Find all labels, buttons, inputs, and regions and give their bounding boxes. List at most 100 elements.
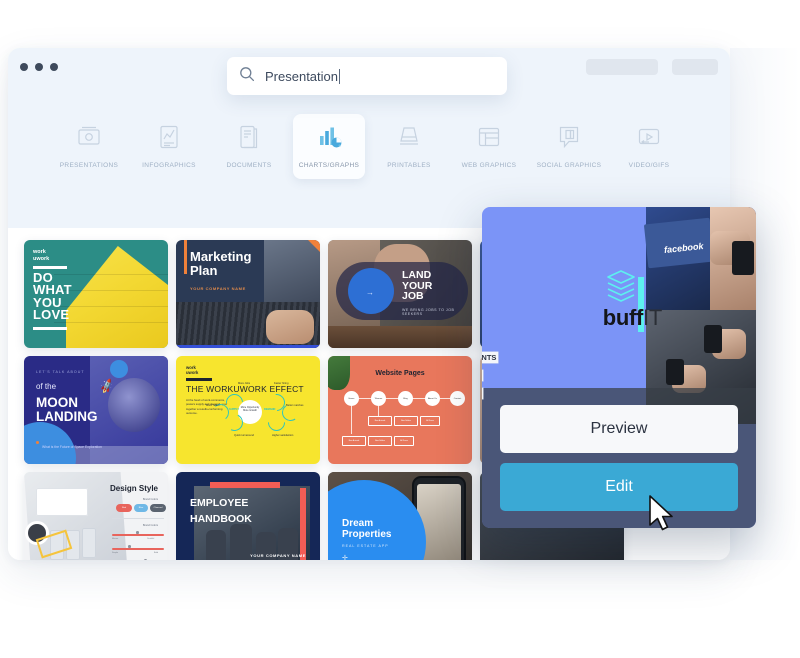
text-caret — [339, 68, 340, 84]
flow-node: Contact — [450, 391, 465, 406]
stacked-layers-icon — [554, 269, 662, 303]
category-web-graphics[interactable]: WEB GRAPHICS — [453, 114, 525, 179]
template-card-website-pages[interactable]: Website Pages Home Women Blog About Us C… — [328, 356, 472, 464]
screenshot-stage: PRESENTATIONS INFOGRAPHICS DOCUMENTS CHA… — [0, 0, 800, 658]
web-browser-icon — [476, 122, 502, 152]
flow-box: New Sellers — [394, 416, 418, 426]
card-brand: work uwork — [33, 249, 50, 263]
template-card-dream-properties[interactable]: Dream Properties REAL ESTATE APP ✛ — [328, 472, 472, 560]
edit-button[interactable]: Edit — [500, 463, 738, 511]
card-subtitle: WE BRING JOBS TO JOB SEEKERS — [402, 308, 455, 316]
color-pill: Charcoal — [150, 504, 166, 512]
window-dot-maximize-icon[interactable] — [50, 63, 58, 71]
color-pill: Blue — [134, 504, 148, 512]
category-label: CHARTS/GRAPHS — [298, 162, 360, 169]
overlay-logo: buffIT — [554, 269, 662, 329]
card-brand: work uwork — [186, 365, 199, 376]
slider-label: Mature — [112, 538, 119, 540]
search-input-value[interactable]: Presentation — [265, 69, 338, 84]
infographic-chart-icon — [156, 122, 182, 152]
flow-node: Women — [371, 391, 386, 406]
card-title: THE WORKUWORK EFFECT — [186, 384, 304, 394]
category-label: INFOGRAPHICS — [142, 162, 196, 169]
compass-icon: ✛ — [342, 555, 348, 560]
template-card-design-style[interactable]: Design Style Brand Colors Red Blue Charc… — [24, 472, 168, 560]
presentation-icon — [76, 122, 102, 152]
template-hover-overlay[interactable]: facebook buffIT NTS Preview Edit — [482, 207, 756, 528]
bar-chart-pie-icon — [316, 122, 342, 152]
flow-box: New Sellers — [368, 436, 392, 446]
category-charts-graphs[interactable]: CHARTS/GRAPHS — [293, 114, 365, 179]
logo-light: IT — [643, 305, 662, 330]
card-subtitle: YOUR COMPANY NAME — [250, 553, 306, 558]
flow-node: About Us — [425, 391, 440, 406]
card-title: LAND YOUR JOB — [402, 269, 433, 303]
template-card-marketing-plan[interactable]: Marketing Plan YOUR COMPANY NAME — [176, 240, 320, 348]
card-section-label: Brand Colors — [142, 524, 158, 527]
card-caption: More Talent — [206, 404, 220, 407]
card-subtitle: YOUR COMPANY NAME — [190, 286, 246, 291]
template-card-moon-landing[interactable]: LET'S TALK ABOUT of the MOON LANDING 🚀 Wh… — [24, 356, 168, 464]
card-caption: Faster hiring — [274, 382, 289, 385]
slider-label: Bold — [154, 552, 159, 554]
toolbar-placeholder-pill-1[interactable] — [586, 59, 658, 75]
category-label: PRINTABLES — [387, 162, 431, 169]
category-presentations[interactable]: PRESENTATIONS — [53, 114, 125, 179]
card-of: of the — [36, 382, 57, 391]
template-card-land-your-job[interactable]: → LAND YOUR JOB WE BRING JOBS TO JOB SEEKE… — [328, 240, 472, 348]
toolbar-placeholder-pill-2[interactable] — [672, 59, 718, 75]
category-label: WEB GRAPHICS — [461, 162, 517, 169]
category-label: DOCUMENTS — [226, 162, 272, 169]
card-title: Marketing Plan — [190, 249, 252, 279]
arrow-right-icon: → — [366, 288, 374, 297]
card-title: DO WHAT YOU LOVE — [33, 270, 72, 323]
card-caption: More Jobs — [238, 382, 251, 385]
flow-box: New Arrivals — [342, 436, 366, 446]
category-video-gifs[interactable]: VIDEO/GIFS — [613, 114, 685, 179]
overlay-logo-wordmark: buffIT — [554, 305, 663, 330]
card-subtitle: REAL ESTATE APP — [342, 544, 389, 548]
search-bar[interactable]: Presentation — [227, 57, 507, 95]
category-infographics[interactable]: INFOGRAPHICS — [133, 114, 205, 179]
printables-stack-icon — [396, 122, 422, 152]
window-traffic-lights[interactable] — [20, 63, 58, 71]
card-caption: DEMAND — [264, 408, 276, 411]
category-printables[interactable]: PRINTABLES — [373, 114, 445, 179]
flow-box: All Dress — [420, 416, 440, 426]
card-caption: Better matches — [286, 404, 304, 407]
card-title: Dream Properties — [342, 518, 392, 541]
card-section-label: Brand Colors — [142, 498, 158, 501]
category-label: VIDEO/GIFS — [628, 162, 670, 169]
slider-label: Simple — [112, 552, 119, 554]
category-label: PRESENTATIONS — [59, 162, 119, 169]
flow-node: Home — [344, 391, 359, 406]
fragment-text: UNTS — [482, 352, 499, 363]
document-icon — [236, 122, 262, 152]
category-label: SOCIAL GRAPHICS — [536, 162, 602, 169]
underlying-card-text-fragments: UNTS E E — [482, 347, 499, 401]
speech-bubble-icon — [556, 122, 582, 152]
arrow-cursor — [648, 495, 678, 540]
category-social-graphics[interactable]: SOCIAL GRAPHICS — [533, 114, 605, 179]
card-note: What is the Future of Space Exploration — [42, 444, 102, 449]
window-dot-close-icon[interactable] — [20, 63, 28, 71]
overlay-action-bar: Preview Edit — [482, 388, 756, 528]
template-card-do-what-you-love[interactable]: work uwork DO WHAT YOU LOVE — [24, 240, 168, 348]
card-caption: Quick turnaround — [234, 434, 254, 437]
window-dot-minimize-icon[interactable] — [35, 63, 43, 71]
fragment-text: E — [482, 370, 484, 381]
search-icon — [239, 66, 255, 87]
category-documents[interactable]: DOCUMENTS — [213, 114, 285, 179]
template-card-workuwork-effect[interactable]: work uwork THE WORKUWORK EFFECT At the he… — [176, 356, 320, 464]
template-card-employee-handbook[interactable]: EMPLOYEE HANDBOOK YOUR COMPANY NAME — [176, 472, 320, 560]
flow-box: New Arrivals — [368, 416, 392, 426]
card-kicker: LET'S TALK ABOUT — [36, 370, 85, 374]
flow-box: All Dress — [394, 436, 414, 446]
card-title: MOON LANDING — [36, 395, 98, 424]
slider-label: Youthful — [147, 538, 155, 540]
fragment-text: E — [482, 388, 484, 399]
video-play-icon — [636, 122, 662, 152]
preview-button[interactable]: Preview — [500, 405, 738, 453]
card-title: Design Style — [109, 484, 158, 493]
card-caption: SUPPLY — [229, 408, 240, 411]
